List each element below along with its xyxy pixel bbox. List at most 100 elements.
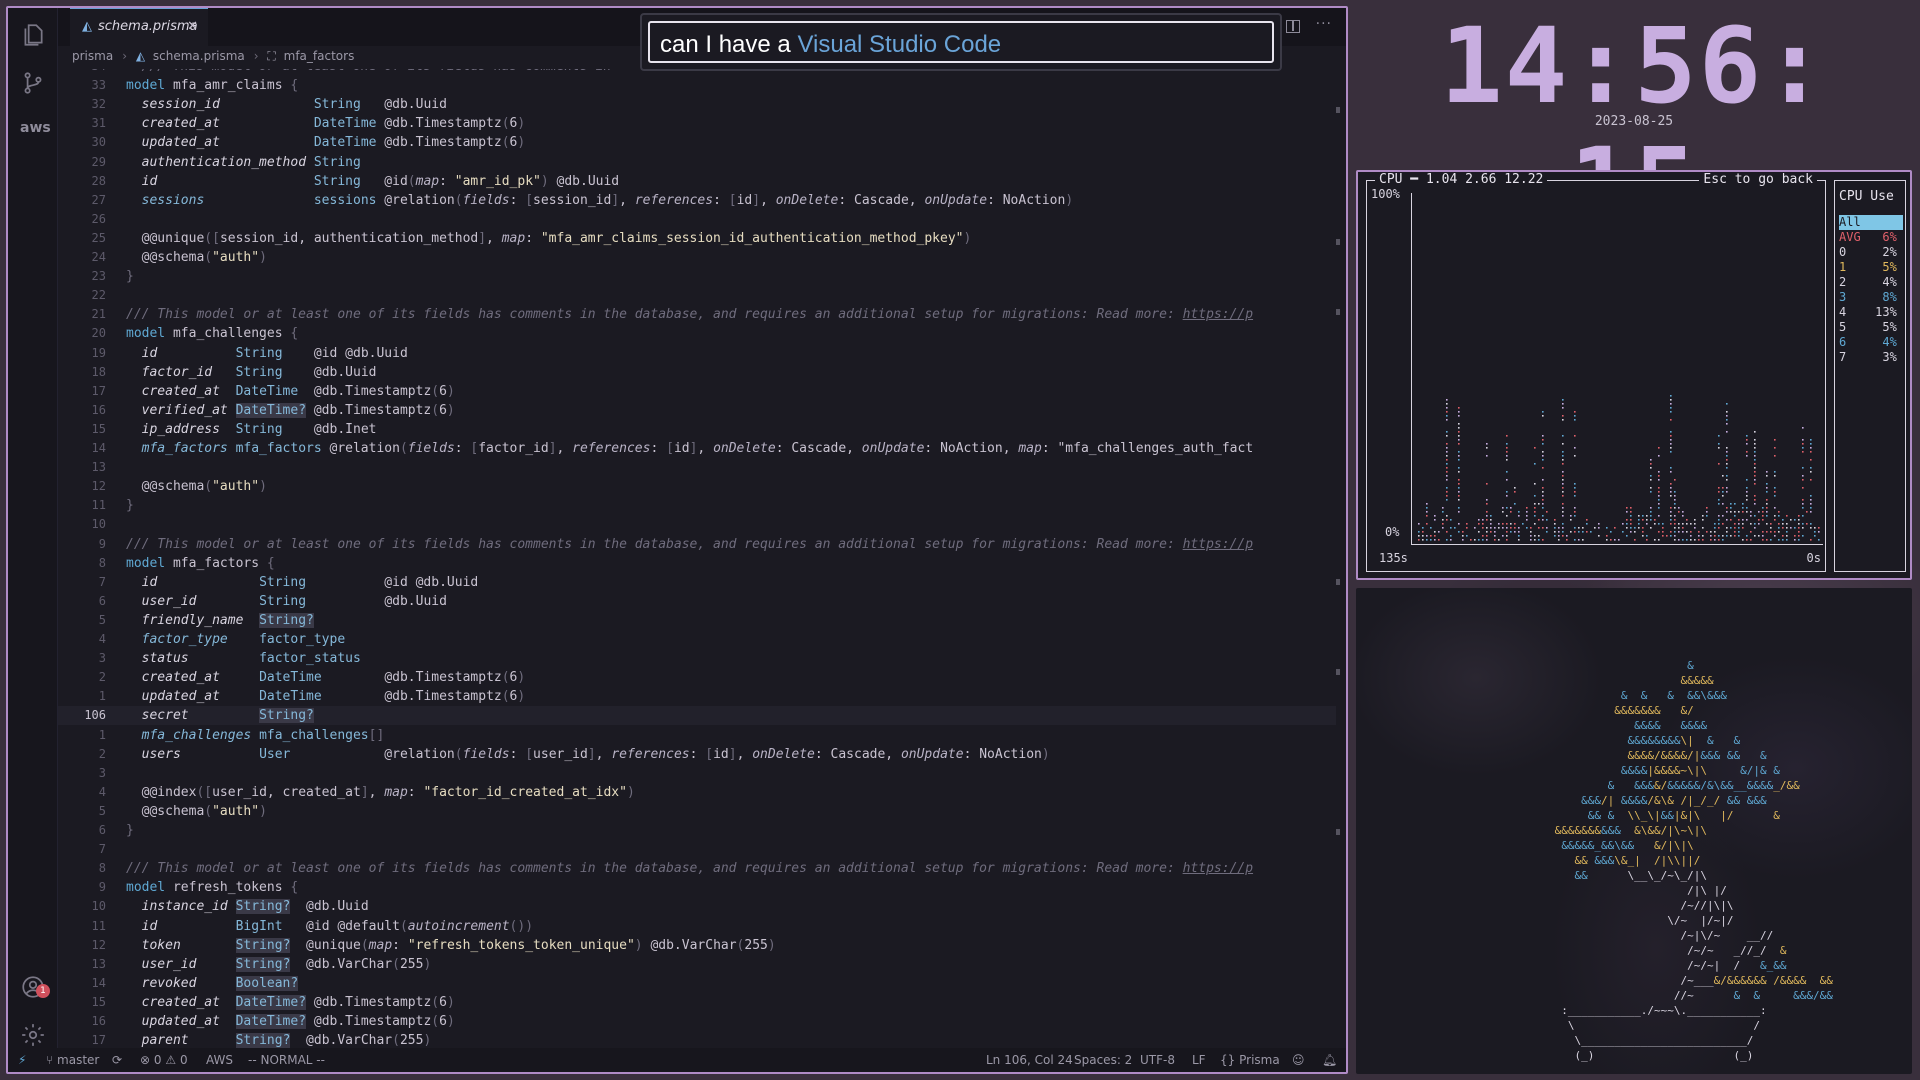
branch-indicator[interactable]: ⑂ master [46, 1053, 99, 1067]
code-line[interactable]: 27 sessions sessions @relation(fields: [… [58, 191, 1336, 210]
cpu-graph-point [1506, 535, 1508, 537]
encoding[interactable]: UTF-8 [1140, 1053, 1175, 1067]
code-line[interactable]: 8 /// This model or at least one of its f… [58, 859, 1336, 878]
close-tab-icon[interactable]: ✕ [187, 19, 198, 34]
code-line[interactable]: 1 mfa_challenges mfa_challenges[] [58, 726, 1336, 745]
feedback-icon[interactable]: ☺ [1292, 1053, 1305, 1067]
breadcrumb-item[interactable]: schema.prisma [153, 49, 245, 63]
cpu-graph-point [1686, 523, 1688, 525]
code-text: factor_type factor_type [141, 632, 346, 647]
cpu-graph-point [1478, 531, 1480, 533]
code-line[interactable]: 28 id String @id(map: "amr_id_pk") @db.U… [58, 172, 1336, 191]
code-line[interactable]: 14 mfa_factors mfa_factors @relation(fie… [58, 439, 1336, 458]
cpu-graph-point [1482, 535, 1484, 537]
code-line[interactable]: 18 factor_id String @db.Uuid [58, 363, 1336, 382]
code-line[interactable]: 9 /// This model or at least one of its f… [58, 535, 1336, 554]
code-line[interactable]: 14 revoked Boolean? [58, 974, 1336, 993]
cpu-graph-point [1434, 535, 1436, 537]
code-line[interactable]: 15 ip_address String @db.Inet [58, 420, 1336, 439]
scrollbar[interactable] [1336, 69, 1342, 1051]
line-ending[interactable]: LF [1192, 1053, 1206, 1067]
sync-icon[interactable]: ⟳ [112, 1053, 122, 1067]
cpu-graph-point [1774, 475, 1776, 477]
cpu-graph-point [1718, 487, 1720, 489]
cpu-graph-point [1766, 487, 1768, 489]
breadcrumb-item[interactable]: prisma [72, 49, 113, 63]
code-line[interactable]: 4 @@index([user_id, created_at], map: "f… [58, 783, 1336, 802]
code-line[interactable]: 19 id String @id @db.Uuid [58, 344, 1336, 363]
code-line[interactable]: 25 @@unique([session_id, authentication_… [58, 229, 1336, 248]
code-line[interactable]: 12 @@schema("auth") [58, 477, 1336, 496]
cpu-graph-point [1546, 511, 1548, 513]
code-line[interactable]: 11} [58, 496, 1336, 515]
cpu-graph-point [1642, 531, 1644, 533]
explorer-icon[interactable] [20, 22, 46, 48]
code-line[interactable]: 16 verified_at DateTime? @db.Timestamptz… [58, 401, 1336, 420]
code-line[interactable]: 13 user_id String? @db.VarChar(255) [58, 955, 1336, 974]
code-line[interactable]: 26 [58, 210, 1336, 229]
code-line[interactable]: 11 id BigInt @id @default(autoincrement(… [58, 917, 1336, 936]
problems-indicator[interactable]: ⊗ 0 ⚠ 0 [140, 1053, 188, 1067]
cursor-position[interactable]: Ln 106, Col 24 [986, 1053, 1073, 1067]
bell-icon[interactable]: 🔔︎ [1322, 1053, 1337, 1067]
code-line[interactable]: 32 session_id String @db.Uuid [58, 95, 1336, 114]
code-line[interactable]: 30 updated_at DateTime @db.Timestamptz(6… [58, 133, 1336, 152]
cpu-core-row[interactable]: All [1839, 215, 1903, 230]
code-line[interactable]: 1 updated_at DateTime @db.Timestamptz(6) [58, 687, 1336, 706]
code-line[interactable]: 29 authentication_method String [58, 153, 1336, 172]
code-line[interactable]: 6} [58, 821, 1336, 840]
code-line[interactable]: 13 [58, 458, 1336, 477]
cpu-graph-point [1570, 531, 1572, 533]
palette-input[interactable]: can I have a Visual Studio Code [648, 21, 1274, 63]
code-line[interactable]: 2 users User @relation(fields: [user_id]… [58, 745, 1336, 764]
aws-status[interactable]: AWS [206, 1053, 233, 1067]
code-line[interactable]: 7 [58, 840, 1336, 859]
line-number: 28 [91, 173, 106, 188]
code-line[interactable]: 20 model mfa_challenges { [58, 324, 1336, 343]
code-line[interactable]: 24 @@schema("auth") [58, 248, 1336, 267]
language-mode[interactable]: {} Prisma [1220, 1053, 1280, 1067]
cpu-graph-point [1430, 527, 1432, 529]
settings-gear-icon[interactable] [20, 1022, 46, 1048]
code-line[interactable]: 33 model mfa_amr_claims { [58, 76, 1336, 95]
code-line[interactable]: 10 [58, 515, 1336, 534]
cpu-graph-point [1562, 487, 1564, 489]
code-line[interactable]: 106 secret String? [58, 706, 1336, 726]
code-line[interactable]: 22 [58, 286, 1336, 305]
code-line[interactable]: 17 created_at DateTime @db.Timestamptz(6… [58, 382, 1336, 401]
code-line[interactable]: 16 updated_at DateTime? @db.Timestamptz(… [58, 1012, 1336, 1031]
indentation[interactable]: Spaces: 2 [1074, 1053, 1132, 1067]
cpu-graph-point [1626, 523, 1628, 525]
code-line[interactable]: 7 id String @id @db.Uuid [58, 573, 1336, 592]
cpu-graph-point [1674, 519, 1676, 521]
code-line[interactable]: 2 created_at DateTime @db.Timestamptz(6) [58, 668, 1336, 687]
code-line[interactable]: 15 created_at DateTime? @db.Timestamptz(… [58, 993, 1336, 1012]
code-line[interactable]: 10 instance_id String? @db.Uuid [58, 897, 1336, 916]
more-actions-icon[interactable]: ··· [1316, 16, 1332, 32]
source-control-icon[interactable] [20, 70, 46, 96]
cpu-graph-point [1670, 491, 1672, 493]
cpu-graph-point [1446, 487, 1448, 489]
split-editor-icon[interactable] [1286, 20, 1300, 33]
remote-icon[interactable]: ⚡ [18, 1053, 26, 1067]
code-line[interactable]: 8 model mfa_factors { [58, 554, 1336, 573]
code-line[interactable]: 5 @@schema("auth") [58, 802, 1336, 821]
command-palette[interactable]: can I have a Visual Studio Code [640, 13, 1282, 71]
code-line[interactable]: 9 model refresh_tokens { [58, 878, 1336, 897]
code-line[interactable]: 3 status factor_status [58, 649, 1336, 668]
code-line[interactable]: 5 friendly_name String? [58, 611, 1336, 630]
code-editor[interactable]: 34 /// This model or at least one of its… [58, 69, 1336, 1051]
code-line[interactable]: 12 token String? @unique(map: "refresh_t… [58, 936, 1336, 955]
tab-schema-prisma[interactable]: ◭ schema.prisma ✕ [70, 8, 208, 46]
cpu-graph-point [1810, 539, 1812, 541]
code-line[interactable]: 3 [58, 764, 1336, 783]
cpu-graph-point [1426, 507, 1428, 509]
code-line[interactable]: 31 created_at DateTime @db.Timestamptz(6… [58, 114, 1336, 133]
code-line[interactable]: 6 user_id String @db.Uuid [58, 592, 1336, 611]
code-line[interactable]: 4 factor_type factor_type [58, 630, 1336, 649]
cpu-graph-point [1674, 491, 1676, 493]
aws-icon[interactable]: aws [20, 120, 51, 136]
code-line[interactable]: 21 /// This model or at least one of its … [58, 305, 1336, 324]
code-line[interactable]: 23} [58, 267, 1336, 286]
breadcrumb-item[interactable]: mfa_factors [284, 49, 355, 63]
